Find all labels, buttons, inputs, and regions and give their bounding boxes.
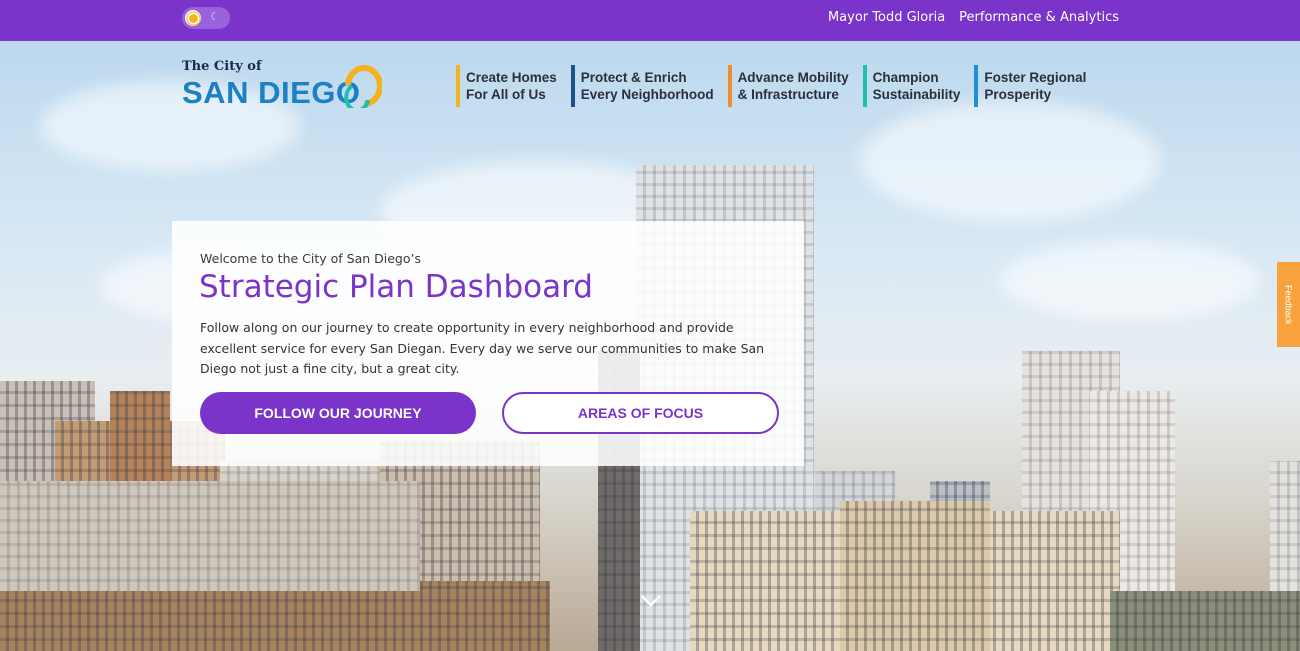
nav-protect-enrich[interactable]: Protect & Enrich Every Neighborhood <box>570 65 714 107</box>
nav-accent-bar <box>570 65 575 107</box>
feedback-label: Feedback <box>1283 284 1294 325</box>
sun-icon <box>185 10 201 26</box>
nav-advance-mobility[interactable]: Advance Mobility & Infrastructure <box>727 65 849 107</box>
mayor-link[interactable]: Mayor Todd Gloria <box>828 10 945 25</box>
areas-of-focus-button[interactable]: AREAS OF FOCUS <box>502 392 779 434</box>
nav-foster-prosperity[interactable]: Foster Regional Prosperity <box>974 65 1086 107</box>
top-links: Mayor Todd Gloria Performance & Analytic… <box>828 10 1119 25</box>
nav-accent-bar <box>862 65 867 107</box>
nav-label: Protect & Enrich Every Neighborhood <box>580 70 714 102</box>
nav-accent-bar <box>974 65 979 107</box>
nav-accent-bar <box>456 65 460 107</box>
welcome-card: Welcome to the City of San Diego’s Strat… <box>172 221 804 466</box>
welcome-eyebrow: Welcome to the City of San Diego’s <box>200 251 422 266</box>
logo-small-text: The City of <box>182 59 262 74</box>
feedback-tab[interactable]: Feedback <box>1277 262 1300 347</box>
performance-analytics-link[interactable]: Performance & Analytics <box>959 10 1119 25</box>
theme-toggle[interactable]: ☾ <box>182 7 230 29</box>
nav-label: Advance Mobility & Infrastructure <box>737 70 849 102</box>
nav-create-homes[interactable]: Create Homes For All of Us <box>456 65 557 107</box>
follow-our-journey-button[interactable]: FOLLOW OUR JOURNEY <box>200 392 476 434</box>
nav-champion-sustainability[interactable]: Champion Sustainability <box>862 65 961 107</box>
logo-swirl-icon <box>344 65 382 108</box>
chevron-down-icon[interactable] <box>640 594 662 608</box>
nav-label: Foster Regional Prosperity <box>984 70 1087 102</box>
moon-icon: ☾ <box>210 10 220 23</box>
logo-big-text: SAN DIEGO <box>182 75 361 110</box>
nav-accent-bar <box>727 65 732 107</box>
nav-label: Create Homes For All of Us <box>466 70 557 102</box>
hero-description: Follow along on our journey to create op… <box>200 320 765 376</box>
nav-label: Champion Sustainability <box>872 70 961 102</box>
city-logo[interactable]: The City of SAN DIEGO <box>182 59 382 111</box>
page-title: Strategic Plan Dashboard <box>199 269 593 305</box>
top-bar: ☾ Mayor Todd Gloria Performance & Analyt… <box>0 0 1300 41</box>
focus-area-nav: Create Homes For All of Us Protect & Enr… <box>456 65 1100 107</box>
